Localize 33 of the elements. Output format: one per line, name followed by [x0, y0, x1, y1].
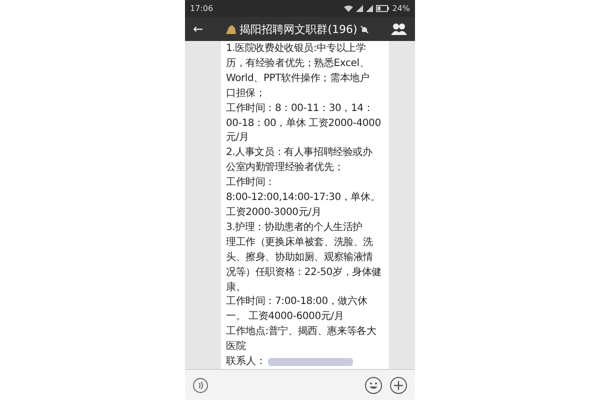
message-text: World、PPT软件操作；需本地户: [226, 72, 370, 86]
message-text: 元/月: [226, 131, 250, 146]
message-text: 3.护理：协助患者的个人生活护: [226, 220, 364, 235]
wifi-icon: [344, 5, 354, 12]
message-text: 工作地点:普宁、揭西、惠来等各大: [226, 325, 378, 340]
chat-title: 揭阳招聘网文职群(196): [240, 22, 358, 36]
battery-percent: 24%: [392, 4, 410, 13]
message-text: 头、擦身、协助如厕、观察输液情: [226, 250, 374, 265]
message-text: 理工作（更换床单被套、洗脸、洗: [226, 236, 374, 250]
message-text: 历，有经验者优先；熟悉Excel、: [226, 56, 370, 71]
message-text: 工作时间：8：00-11：30，14：: [226, 102, 374, 116]
message-text: 康。: [226, 280, 247, 294]
battery-icon: [376, 5, 390, 12]
add-icon[interactable]: [390, 376, 407, 394]
message-text: 口担保；: [226, 86, 266, 101]
message-text: 一。 工资4000-6000元/月: [226, 310, 345, 324]
message-text: 2.人事文员：有人事招聘经验或办: [226, 146, 374, 160]
message-text: 工资2000-3000元/月: [226, 206, 322, 220]
message-text: 8:00-12:00,14:00-17:30，单休。: [226, 191, 382, 206]
back-button[interactable]: ←: [193, 22, 204, 36]
voice-icon[interactable]: [193, 378, 208, 392]
group-avatar-icon: [224, 24, 237, 34]
emoji-icon[interactable]: [365, 376, 382, 394]
contact-label: 联系人：: [226, 355, 266, 369]
message-text: 工作时间：7:00-18:00，做六休: [226, 295, 368, 310]
message-text: 公室内勤管理经验者优先；: [226, 161, 345, 176]
group-members-icon[interactable]: [391, 23, 407, 35]
message-text: 00-18：00，单休 工资2000-4000: [226, 116, 382, 131]
message-text: 医院: [226, 340, 247, 354]
message-text: 工作时间：: [226, 176, 276, 190]
message-text: 1.医院收费处收银员:中专以上学: [226, 42, 367, 56]
message-text: 况等）任职资格：22-50岁，身体健: [226, 266, 382, 280]
clock-time: 17:06: [190, 4, 214, 13]
